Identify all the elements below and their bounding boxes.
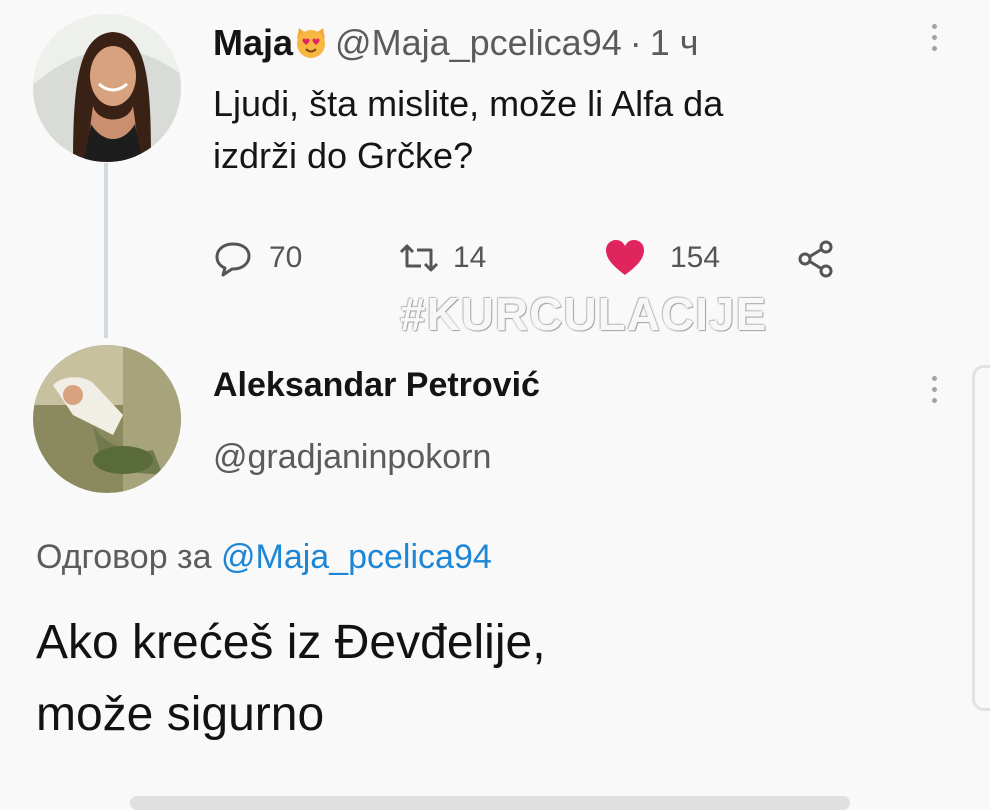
author-handle[interactable]: @Maja_pcelica94 [335, 22, 622, 64]
bottom-edge [130, 796, 850, 810]
reply-to-mention[interactable]: @Maja_pcelica94 [221, 538, 492, 576]
like-button[interactable]: 154 [604, 238, 720, 278]
retweet-count: 14 [453, 241, 487, 274]
reply-icon [213, 238, 253, 278]
watermark: #KURCULACIJE [400, 288, 768, 340]
side-frame [972, 365, 990, 711]
avatar-maja[interactable] [33, 14, 181, 162]
tweet-text-line-1: Ljudi, šta mislite, može li Alfa da [213, 83, 724, 124]
more-vertical-icon[interactable] [930, 24, 940, 57]
reply-button[interactable]: 70 [213, 238, 302, 278]
separator-dot: · [629, 22, 642, 63]
reply-text-line-2: može sigurno [36, 688, 325, 741]
reply-to-line: Одговор за @Maja_pcelica94 [36, 538, 492, 577]
share-icon [796, 240, 838, 278]
author-handle-2[interactable]: @gradjaninpokorn [213, 438, 491, 477]
reply-to-prefix: Одговор за [36, 538, 212, 576]
thread-line [104, 163, 108, 338]
retweet-button[interactable]: 14 [395, 238, 486, 278]
reply-text-line-1: Ako krećeš iz Đevđelije, [36, 616, 546, 669]
like-count: 154 [670, 241, 721, 274]
avatar-aleksandar[interactable] [33, 345, 181, 493]
tweet-text-line-2: izdrži do Grčke? [213, 135, 474, 176]
reply-text: Ako krećeš iz Đevđelije, može sigurno [36, 612, 546, 746]
tweet-time[interactable]: 1 ч [650, 22, 699, 64]
author-name-2[interactable]: Aleksandar Petrović [213, 366, 540, 405]
retweet-icon [395, 238, 443, 278]
cat-heart-eyes-emoji-icon [293, 25, 329, 61]
tweet-text: Ljudi, šta mislite, može li Alfa da izdr… [213, 78, 723, 182]
heart-icon [604, 238, 646, 278]
reply-count: 70 [269, 241, 303, 274]
share-button[interactable] [796, 240, 838, 278]
more-vertical-icon-2[interactable] [930, 376, 940, 409]
author-name[interactable]: Maja [213, 22, 293, 64]
